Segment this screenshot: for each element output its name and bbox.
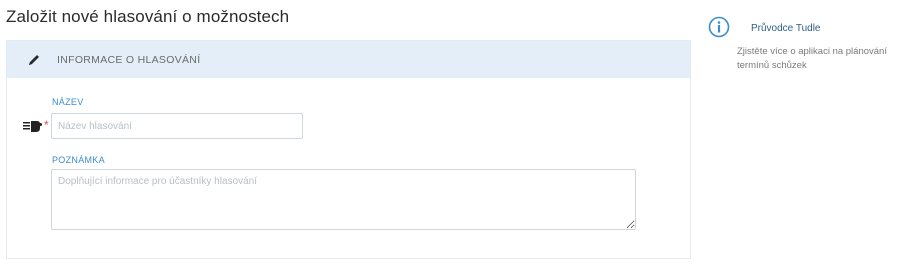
poll-name-input[interactable] [51, 113, 303, 139]
page-title: Založit nové hlasování o možnostech [6, 7, 290, 26]
poll-note-textarea[interactable] [51, 169, 636, 230]
poll-info-panel: INFORMACE O HLASOVÁNÍ NÁZEV * POZNÁMKA [6, 40, 691, 259]
pencil-icon [29, 54, 39, 65]
name-label: NÁZEV [52, 97, 84, 107]
pointing-hand-icon [23, 121, 42, 132]
help-description: Zjistěte více o aplikaci na plánování te… [737, 46, 887, 71]
help-guide-link[interactable]: Průvodce Tudle [751, 23, 821, 34]
note-label: POZNÁMKA [52, 155, 105, 165]
panel-header-label: INFORMACE O HLASOVÁNÍ [57, 53, 201, 66]
info-icon [708, 16, 730, 38]
panel-header: INFORMACE O HLASOVÁNÍ [7, 41, 690, 78]
required-asterisk: * [44, 118, 49, 132]
